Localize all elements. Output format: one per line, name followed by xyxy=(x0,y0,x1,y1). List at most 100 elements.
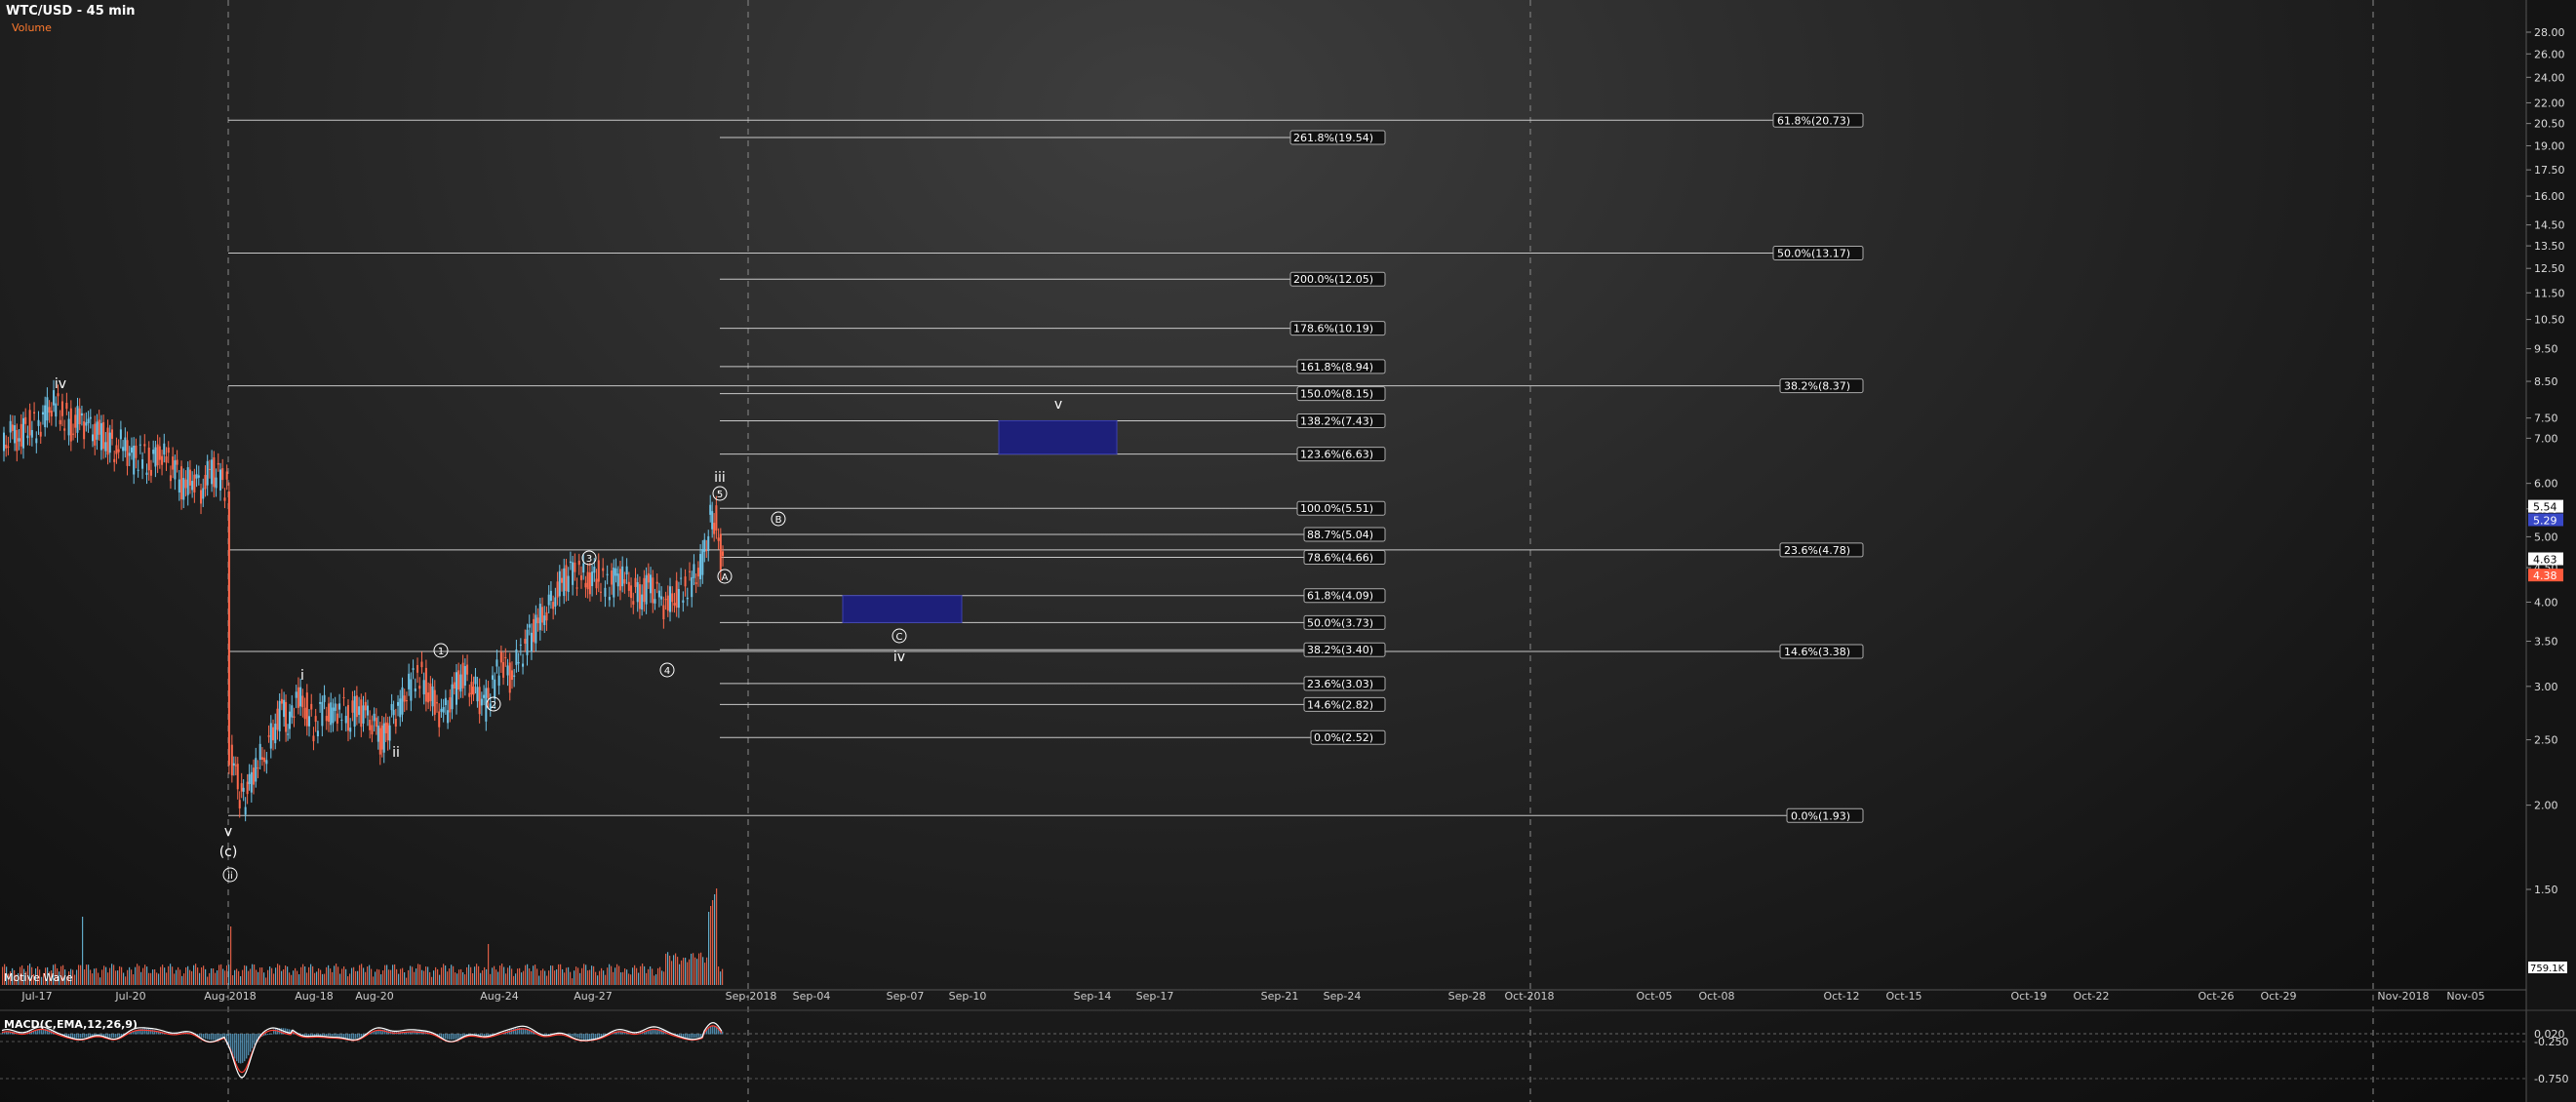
volume-bar xyxy=(614,967,616,985)
chart-canvas[interactable]: 61.8%(20.73) 50.0%(13.17) 38.2%(8.37) 23.6%… xyxy=(0,0,2576,1102)
wave-label: A xyxy=(722,572,729,583)
macd-histogram-bar xyxy=(334,1034,336,1037)
volume-bar xyxy=(429,971,431,985)
candle-body xyxy=(647,572,650,583)
volume-bar xyxy=(624,968,626,985)
volume-bar xyxy=(302,964,304,985)
candle-body xyxy=(217,463,219,465)
volume-bar xyxy=(281,970,283,985)
price-tick-label: 22.00 xyxy=(2534,97,2565,109)
candle-body xyxy=(83,421,86,440)
fib-level-label: 200.0%(12.05) xyxy=(1293,273,1373,286)
candle-body xyxy=(608,597,611,601)
volume-bar xyxy=(544,970,546,985)
volume-bar xyxy=(533,965,535,985)
macd-histogram-bar xyxy=(203,1034,205,1039)
candle-body xyxy=(78,408,81,425)
candle-body xyxy=(117,449,120,453)
candle-body xyxy=(211,459,214,485)
price-tag-label: 4.38 xyxy=(2533,570,2557,582)
candle-body xyxy=(623,579,626,584)
price-tick-label: 3.50 xyxy=(2534,636,2558,649)
macd-histogram-bar xyxy=(601,1034,603,1037)
volume-bar xyxy=(449,968,451,985)
volume-bar xyxy=(542,968,544,985)
volume-bar xyxy=(507,967,509,985)
volume-bar xyxy=(164,967,166,985)
candle-body xyxy=(597,560,600,582)
candle-body xyxy=(719,533,722,571)
macd-histogram-bar xyxy=(579,1034,581,1039)
time-tick-label: Nov-2018 xyxy=(2377,990,2429,1003)
macd-histogram-bar xyxy=(246,1034,248,1059)
volume-bar xyxy=(657,967,659,985)
volume-bar xyxy=(550,965,552,985)
candle-body xyxy=(124,437,127,452)
volume-bar xyxy=(419,964,421,985)
macd-histogram-bar xyxy=(117,1034,119,1038)
candle-body xyxy=(330,702,333,726)
volume-bar xyxy=(234,969,236,985)
candle-body xyxy=(713,523,716,534)
volume-bar xyxy=(636,967,638,985)
time-tick-label: Oct-19 xyxy=(2011,990,2047,1003)
macd-histogram-bar xyxy=(347,1034,349,1040)
candle-body xyxy=(618,569,621,591)
volume-bar xyxy=(337,966,339,985)
candle-body xyxy=(328,703,330,723)
price-tick-label: 1.50 xyxy=(2534,884,2558,896)
candle-body xyxy=(595,578,598,589)
candle-body xyxy=(72,433,75,435)
volume-bar xyxy=(650,965,652,985)
candle-body xyxy=(440,708,443,712)
macd-histogram-bar xyxy=(572,1034,574,1037)
volume-bar xyxy=(320,969,322,985)
candle-body xyxy=(420,661,423,668)
candle-body xyxy=(654,599,656,604)
macd-histogram-bar xyxy=(546,1034,548,1036)
candle-body xyxy=(577,560,580,566)
fib-level-label: 261.8%(19.54) xyxy=(1293,132,1373,144)
volume-bar xyxy=(217,970,218,985)
fib-level-label: 23.6%(3.03) xyxy=(1307,678,1373,690)
candle-body xyxy=(375,717,377,728)
macd-histogram-bar xyxy=(80,1034,82,1039)
candle-body xyxy=(308,716,311,727)
volume-bar xyxy=(236,968,238,985)
candle-body xyxy=(586,571,589,590)
time-tick-label: Nov-05 xyxy=(2446,990,2484,1003)
volume-bar xyxy=(484,966,486,985)
volume-bar xyxy=(470,966,472,985)
candle-body xyxy=(675,580,678,608)
volume-bar xyxy=(720,971,722,985)
macd-histogram-bar xyxy=(302,1034,304,1036)
candle-body xyxy=(538,604,541,631)
candle-body xyxy=(248,773,251,785)
volume-bar xyxy=(392,964,394,985)
volume-bar xyxy=(451,964,453,985)
price-tick-label: 7.50 xyxy=(2534,413,2558,425)
volume-bar xyxy=(597,975,599,985)
candle-body xyxy=(470,682,473,694)
macd-histogram-bar xyxy=(234,1034,236,1059)
volume-bar xyxy=(472,972,474,985)
macd-histogram-bar xyxy=(107,1034,109,1038)
candle-body xyxy=(204,474,207,490)
volume-bar xyxy=(616,964,618,985)
macd-histogram-bar xyxy=(150,1029,152,1035)
volume-bar xyxy=(172,966,174,985)
macd-histogram-bar xyxy=(199,1034,201,1037)
volume-bar xyxy=(689,959,691,985)
candle-body xyxy=(236,764,239,790)
volume-bar xyxy=(700,952,702,985)
candle-body xyxy=(722,551,725,557)
candle-body xyxy=(447,710,450,724)
candle-body xyxy=(242,787,245,792)
macd-histogram-bar xyxy=(687,1034,689,1039)
price-tick-label: 24.00 xyxy=(2534,71,2565,84)
volume-bar xyxy=(638,972,640,985)
volume-bar xyxy=(447,971,449,985)
volume-bar xyxy=(334,965,336,985)
candle-body xyxy=(535,614,537,644)
volume-bar xyxy=(519,967,521,985)
